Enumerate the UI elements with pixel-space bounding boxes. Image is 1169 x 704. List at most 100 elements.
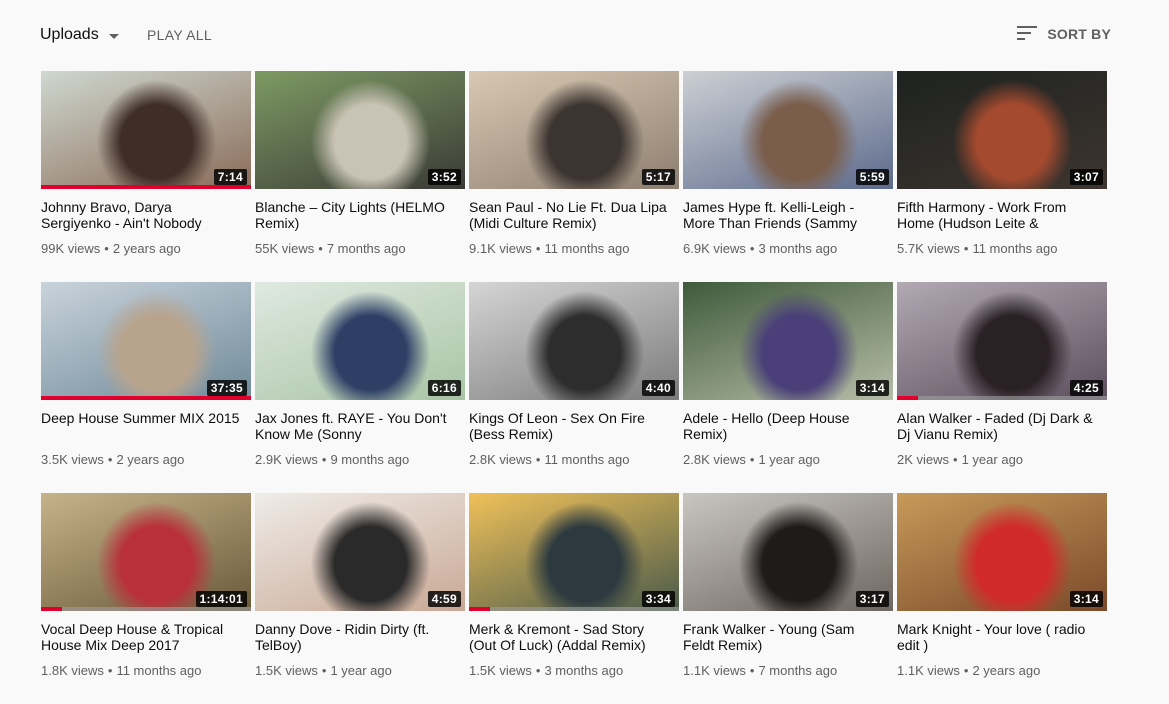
watch-progress-track [469, 607, 679, 611]
upload-age: 2 years ago [116, 452, 185, 467]
video-metadata: 9.1K views • 11 months ago [469, 241, 679, 256]
video-thumbnail[interactable]: 4:25 [897, 282, 1107, 400]
video-title[interactable]: Mark Knight - Your love ( radio edit ) [897, 621, 1097, 653]
video-thumbnail[interactable]: 3:14 [683, 282, 893, 400]
sort-by-label: SORT BY [1047, 26, 1111, 42]
separator-dot: • [749, 663, 755, 678]
duration-badge: 4:25 [1069, 380, 1103, 396]
video-grid: 7:14 Johnny Bravo, Darya Sergiyenko - Ain… [41, 71, 1107, 704]
video-metadata: 2.9K views • 9 months ago [255, 452, 465, 467]
video-thumbnail[interactable]: 7:14 [41, 71, 251, 189]
upload-age: 11 months ago [544, 241, 630, 256]
duration-badge: 37:35 [206, 380, 247, 396]
duration-badge: 5:59 [855, 169, 889, 185]
sort-icon [1017, 26, 1038, 42]
duration-badge: 4:59 [427, 591, 461, 607]
duration-badge: 3:14 [1069, 591, 1103, 607]
separator-dot: • [321, 452, 327, 467]
view-count: 2K views [897, 452, 950, 467]
duration-badge: 3:34 [641, 591, 675, 607]
view-count: 5.7K views [897, 241, 960, 256]
video-title[interactable]: Merk & Kremont - Sad Story (Out Of Luck)… [469, 621, 669, 653]
video-card[interactable]: 5:59 James Hype ft. Kelli-Leigh - More Th… [683, 71, 893, 282]
watch-progress-fill [41, 607, 62, 611]
video-thumbnail[interactable]: 6:16 [255, 282, 465, 400]
separator-dot: • [535, 452, 541, 467]
video-thumbnail[interactable]: 3:52 [255, 71, 465, 189]
video-card[interactable]: 1:14:01 Vocal Deep House & Tropical House… [41, 493, 251, 704]
video-title[interactable]: Vocal Deep House & Tropical House Mix De… [41, 621, 241, 653]
video-metadata: 1.5K views • 3 months ago [469, 663, 679, 678]
video-title[interactable]: Kings Of Leon - Sex On Fire (Bess Remix) [469, 410, 669, 442]
duration-badge: 3:52 [427, 169, 461, 185]
video-card[interactable]: 6:16 Jax Jones ft. RAYE - You Don't Know … [255, 282, 465, 493]
upload-age: 3 months ago [758, 241, 838, 256]
watch-progress-fill [469, 607, 490, 611]
video-thumbnail[interactable]: 5:59 [683, 71, 893, 189]
video-card[interactable]: 3:07 Fifth Harmony - Work From Home (Huds… [897, 71, 1107, 282]
video-thumbnail[interactable]: 4:59 [255, 493, 465, 611]
video-title[interactable]: Johnny Bravo, Darya Sergiyenko - Ain't N… [41, 199, 241, 231]
duration-badge: 1:14:01 [195, 591, 247, 607]
video-card[interactable]: 4:59 Danny Dove - Ridin Dirty (ft. TelBoy… [255, 493, 465, 704]
video-thumbnail[interactable]: 3:07 [897, 71, 1107, 189]
video-title[interactable]: Danny Dove - Ridin Dirty (ft. TelBoy) [255, 621, 455, 653]
uploads-label: Uploads [40, 26, 99, 43]
video-thumbnail[interactable]: 4:40 [469, 282, 679, 400]
video-thumbnail[interactable]: 3:14 [897, 493, 1107, 611]
view-count: 2.9K views [255, 452, 318, 467]
video-metadata: 1.5K views • 1 year ago [255, 663, 465, 678]
sort-by-button[interactable]: SORT BY [1017, 24, 1111, 44]
video-thumbnail[interactable]: 5:17 [469, 71, 679, 189]
video-title[interactable]: Alan Walker - Faded (Dj Dark & Dj Vianu … [897, 410, 1097, 442]
video-metadata: 6.9K views • 3 months ago [683, 241, 893, 256]
view-count: 99K views [41, 241, 101, 256]
video-title[interactable]: Adele - Hello (Deep House Remix) [683, 410, 883, 442]
view-count: 1.5K views [469, 663, 532, 678]
video-card[interactable]: 3:17 Frank Walker - Young (Sam Feldt Remi… [683, 493, 893, 704]
video-title[interactable]: Sean Paul - No Lie Ft. Dua Lipa (Midi Cu… [469, 199, 669, 231]
video-title[interactable]: Jax Jones ft. RAYE - You Don't Know Me (… [255, 410, 455, 442]
watch-progress-track [41, 396, 251, 400]
video-metadata: 3.5K views • 2 years ago [41, 452, 251, 467]
view-count: 55K views [255, 241, 315, 256]
video-title[interactable]: Fifth Harmony - Work From Home (Hudson L… [897, 199, 1097, 231]
video-card[interactable]: 3:34 Merk & Kremont - Sad Story (Out Of L… [469, 493, 679, 704]
video-metadata: 1.8K views • 11 months ago [41, 663, 251, 678]
video-title[interactable]: Blanche – City Lights (HELMO Remix) [255, 199, 455, 231]
upload-age: 11 months ago [972, 241, 1058, 256]
video-thumbnail[interactable]: 3:17 [683, 493, 893, 611]
view-count: 1.8K views [41, 663, 104, 678]
video-metadata: 99K views • 2 years ago [41, 241, 251, 256]
video-metadata: 1.1K views • 2 years ago [897, 663, 1107, 678]
upload-age: 7 months ago [326, 241, 406, 256]
separator-dot: • [749, 452, 755, 467]
separator-dot: • [749, 241, 755, 256]
video-metadata: 2K views • 1 year ago [897, 452, 1107, 467]
video-thumbnail[interactable]: 1:14:01 [41, 493, 251, 611]
duration-badge: 3:07 [1069, 169, 1103, 185]
duration-badge: 3:14 [855, 380, 889, 396]
video-card[interactable]: 3:14 Mark Knight - Your love ( radio edit… [897, 493, 1107, 704]
separator-dot: • [963, 663, 969, 678]
video-card[interactable]: 37:35 Deep House Summer MIX 2015 3.5K view… [41, 282, 251, 493]
uploads-dropdown[interactable]: Uploads [40, 25, 119, 45]
video-title[interactable]: James Hype ft. Kelli-Leigh - More Than F… [683, 199, 883, 231]
video-card[interactable]: 3:52 Blanche – City Lights (HELMO Remix) 5… [255, 71, 465, 282]
upload-age: 1 year ago [961, 452, 1024, 467]
video-card[interactable]: 4:25 Alan Walker - Faded (Dj Dark & Dj Vi… [897, 282, 1107, 493]
video-thumbnail[interactable]: 37:35 [41, 282, 251, 400]
video-card[interactable]: 7:14 Johnny Bravo, Darya Sergiyenko - Ain… [41, 71, 251, 282]
play-all-button[interactable]: PLAY ALL [147, 27, 212, 43]
video-card[interactable]: 4:40 Kings Of Leon - Sex On Fire (Bess Re… [469, 282, 679, 493]
video-metadata: 5.7K views • 11 months ago [897, 241, 1107, 256]
separator-dot: • [318, 241, 323, 256]
separator-dot: • [963, 241, 969, 256]
video-thumbnail[interactable]: 3:34 [469, 493, 679, 611]
video-metadata: 2.8K views • 11 months ago [469, 452, 679, 467]
video-card[interactable]: 5:17 Sean Paul - No Lie Ft. Dua Lipa (Mid… [469, 71, 679, 282]
video-title[interactable]: Deep House Summer MIX 2015 [41, 410, 241, 442]
video-title[interactable]: Frank Walker - Young (Sam Feldt Remix) [683, 621, 883, 653]
watch-progress-fill [41, 396, 251, 400]
video-card[interactable]: 3:14 Adele - Hello (Deep House Remix) 2.8K… [683, 282, 893, 493]
